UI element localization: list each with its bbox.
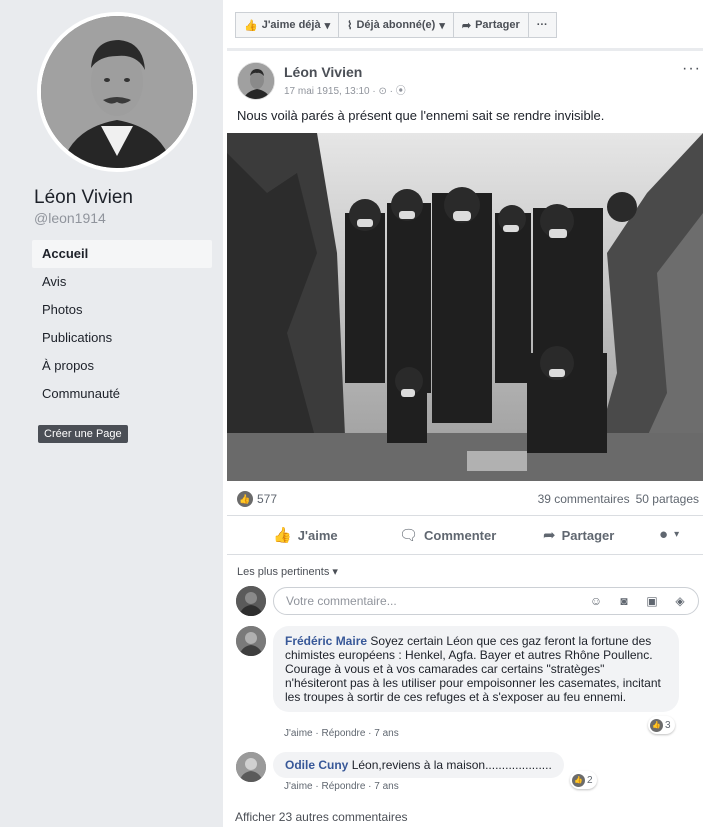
portrait-image: [41, 16, 193, 168]
sidebar-item-avis[interactable]: Avis: [32, 268, 212, 296]
sidebar-item-photos[interactable]: Photos: [32, 296, 212, 324]
sticker-icon[interactable]: ◈: [672, 593, 688, 609]
comments-count[interactable]: 39 commentaires: [538, 492, 630, 506]
sidebar-nav: Accueil Avis Photos Publications À propo…: [32, 240, 212, 408]
comment-author[interactable]: Frédéric Maire: [285, 634, 367, 648]
profile-handle[interactable]: @leon1914: [34, 210, 106, 226]
comment-input[interactable]: [286, 594, 576, 608]
comment-actions[interactable]: J'aime · Répondre · 7 ans: [284, 728, 399, 739]
avatar-image: [236, 626, 266, 656]
create-page-button[interactable]: Créer une Page: [38, 425, 128, 443]
post-author-avatar[interactable]: [237, 62, 275, 100]
post-options-icon[interactable]: ···: [682, 60, 701, 78]
comment-box[interactable]: ☺ ◙ ▣ ◈: [273, 587, 699, 615]
caret-down-icon: ▾: [674, 529, 680, 540]
share-arrow-icon: ➦: [543, 527, 556, 544]
commenter-avatar[interactable]: [236, 626, 266, 656]
followed-label: Déjà abonné(e): [356, 19, 436, 31]
followed-button[interactable]: ⌇ Déjà abonné(e) ▾: [338, 12, 454, 38]
post-photo[interactable]: [227, 133, 703, 481]
trench-soldiers-photo: [227, 133, 703, 481]
sidebar-item-accueil[interactable]: Accueil: [32, 240, 212, 268]
post-action-row: 👍 J'aime 🗨 Commenter ➦ Partager ● ▾: [227, 515, 703, 555]
commenter-avatar[interactable]: [236, 752, 266, 782]
post-stats: 39 commentaires 50 partages: [538, 492, 699, 506]
caret-down-icon: ▾: [439, 19, 445, 32]
like-button[interactable]: 👍 J'aime: [273, 526, 338, 544]
like-label: J'aime: [297, 527, 338, 543]
globe-icon: ●: [659, 526, 669, 543]
liked-label: J'aime déjà: [261, 19, 321, 31]
divider: [227, 48, 703, 51]
comment-reactions[interactable]: 👍 3: [648, 716, 675, 734]
share-page-label: Partager: [475, 19, 520, 31]
viewer-avatar[interactable]: [236, 586, 266, 616]
post-author-name[interactable]: Léon Vivien: [284, 64, 362, 80]
share-arrow-icon: ➦: [461, 19, 472, 32]
post-text: Nous voilà parés à présent que l'ennemi …: [237, 108, 605, 123]
speech-bubble-icon: 🗨: [399, 527, 419, 544]
comment-reaction-count: 2: [587, 774, 593, 786]
comment-bubble: Frédéric Maire Soyez certain Léon que ce…: [273, 626, 679, 712]
profile-picture[interactable]: [37, 12, 197, 172]
avatar-image: [236, 586, 266, 616]
avatar-image: [236, 752, 266, 782]
caret-down-icon: ▾: [324, 19, 331, 32]
profile-name[interactable]: Léon Vivien: [34, 187, 133, 209]
comment-button[interactable]: 🗨 Commenter: [399, 526, 496, 544]
comment-reaction-count: 3: [665, 719, 671, 731]
comment-bubble: Odile Cuny Léon,reviens à la maison.....…: [273, 752, 564, 778]
rss-icon: ⌇: [347, 19, 353, 32]
reaction-count: 577: [257, 492, 278, 506]
gif-icon[interactable]: ▣: [644, 593, 660, 609]
reaction-summary[interactable]: 👍 577: [237, 491, 277, 507]
share-page-button[interactable]: ➦ Partager: [452, 12, 529, 38]
left-sidebar: Léon Vivien @leon1914 Accueil Avis Photo…: [0, 0, 223, 827]
share-label: Partager: [561, 527, 615, 543]
sidebar-item-publications[interactable]: Publications: [32, 324, 212, 352]
page-action-bar: 👍 J'aime déjà ▾ ⌇ Déjà abonné(e) ▾ ➦ Par…: [235, 12, 557, 38]
audience-selector[interactable]: ● ▾: [659, 526, 679, 543]
comment-actions[interactable]: J'aime · Répondre · 7 ans: [284, 781, 399, 792]
more-options-button[interactable]: ···: [527, 12, 557, 38]
post-timestamp[interactable]: 17 mai 1915, 13:10 · ⊙ · ⦿: [284, 82, 406, 97]
like-reaction-icon: 👍: [572, 773, 585, 787]
share-button[interactable]: ➦ Partager: [543, 526, 614, 544]
sidebar-item-a-propos[interactable]: À propos: [32, 352, 212, 380]
avatar-image: [238, 63, 274, 99]
thumbs-up-icon: 👍: [244, 19, 258, 32]
comment-sort-dropdown[interactable]: Les plus pertinents ▾: [237, 565, 338, 578]
show-more-comments-link[interactable]: Afficher 23 autres commentaires: [235, 810, 408, 824]
comment-author[interactable]: Odile Cuny: [285, 758, 348, 772]
camera-icon[interactable]: ◙: [616, 593, 632, 609]
comment-text: Léon,reviens à la maison................…: [351, 758, 552, 772]
ellipsis-icon: ···: [536, 19, 548, 31]
like-reaction-icon: 👍: [650, 718, 663, 732]
liked-button[interactable]: 👍 J'aime déjà ▾: [235, 12, 340, 38]
comment-reactions[interactable]: 👍 2: [570, 771, 597, 789]
sidebar-item-communaute[interactable]: Communauté: [32, 380, 212, 408]
comment-label: Commenter: [424, 527, 497, 543]
thumbs-up-icon: 👍: [273, 527, 292, 544]
like-reaction-icon: 👍: [237, 491, 253, 507]
emoji-icon[interactable]: ☺: [588, 593, 604, 609]
shares-count[interactable]: 50 partages: [636, 492, 699, 506]
